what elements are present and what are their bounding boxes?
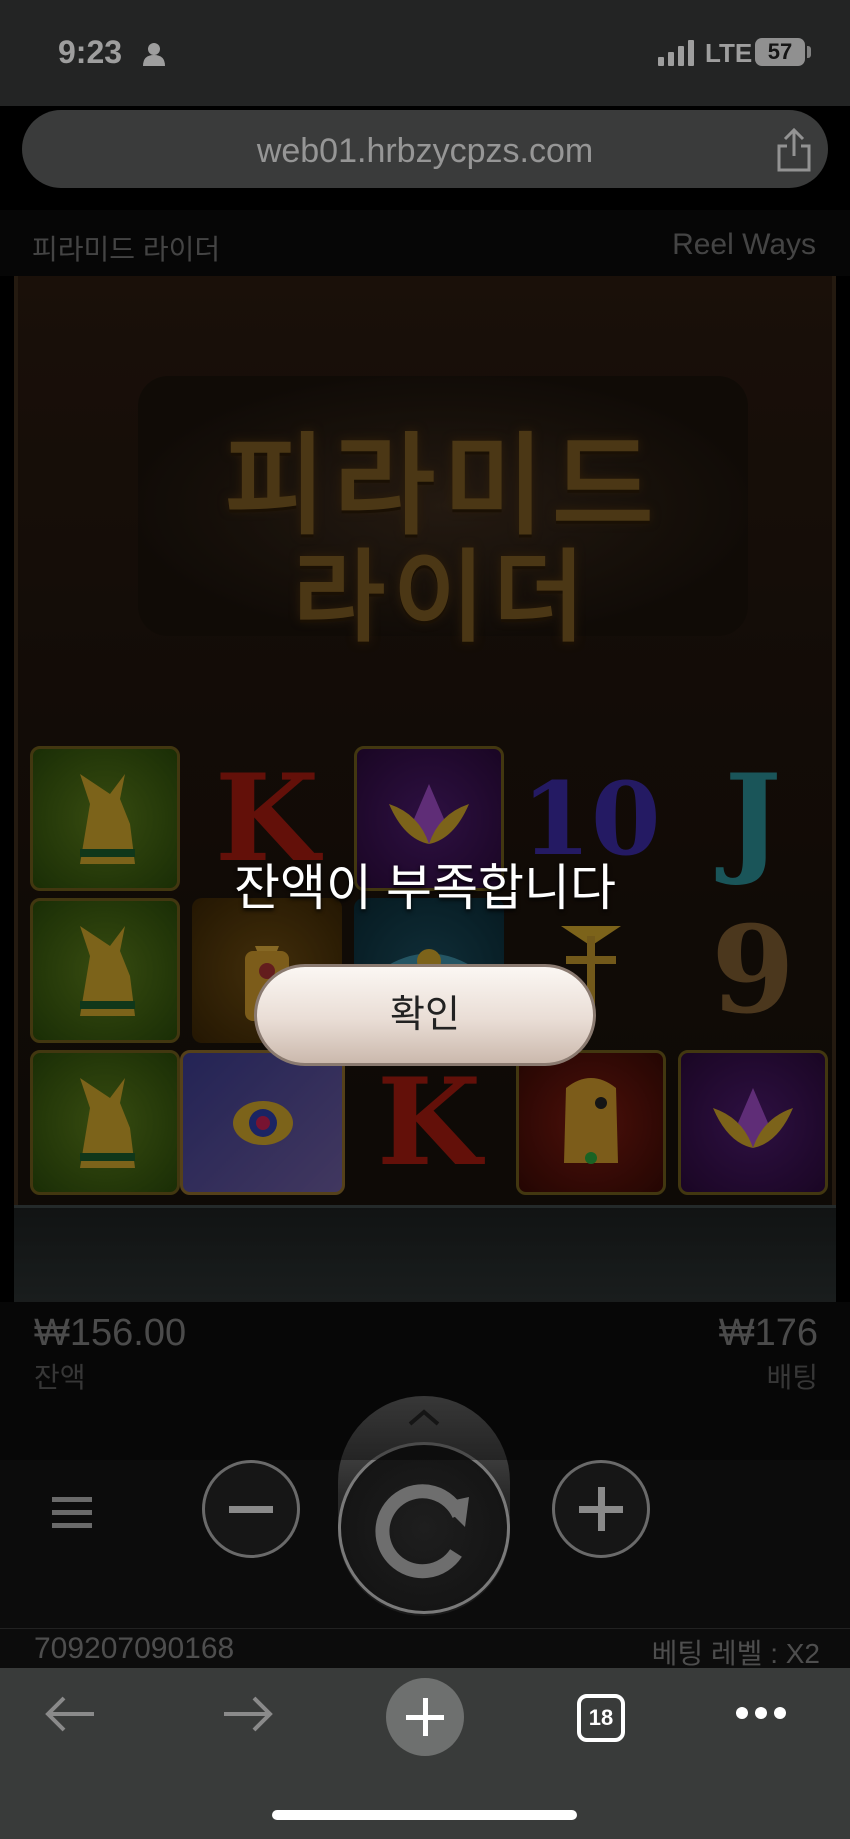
bet-level: 베팅 레벨 : X2 [651, 1638, 820, 1669]
minus-icon [229, 1506, 273, 1513]
more-icon[interactable] [735, 1706, 787, 1720]
decrease-bet-button[interactable] [202, 1460, 300, 1558]
dialog-message: 잔액이 부족합니다 [234, 860, 616, 916]
new-tab-button[interactable] [386, 1678, 464, 1756]
plus-icon [406, 1698, 444, 1736]
home-indicator [272, 1810, 577, 1820]
increase-bet-button[interactable] [552, 1460, 650, 1558]
back-icon[interactable] [44, 1694, 96, 1734]
spin-refresh-icon [375, 1484, 469, 1579]
menu-icon[interactable] [52, 1493, 92, 1533]
spin-button[interactable] [338, 1442, 510, 1614]
account-id: 709207090168 [34, 1632, 235, 1665]
dialog-overlay [0, 0, 850, 1460]
confirm-button[interactable]: 확인 [254, 964, 596, 1066]
plus-icon [579, 1487, 623, 1531]
forward-icon[interactable] [222, 1694, 274, 1734]
tabs-button[interactable]: 18 [577, 1694, 625, 1742]
